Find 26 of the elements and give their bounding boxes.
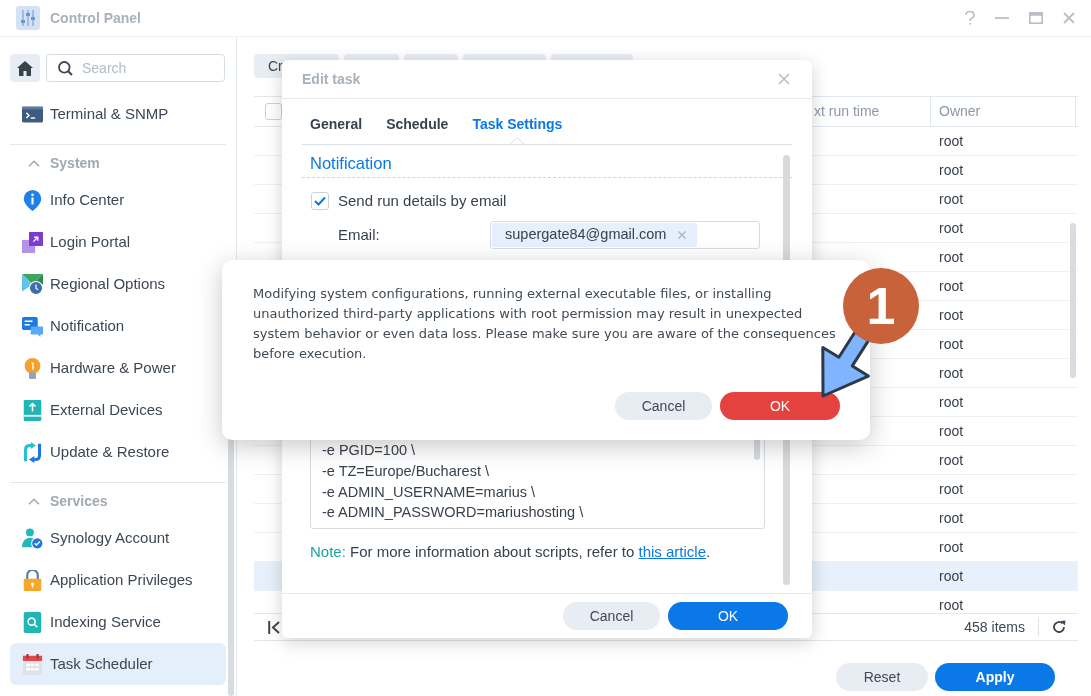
table-cell-text: root	[938, 508, 964, 528]
table-cell-text: root	[938, 276, 964, 296]
note-text: Note: For more information about scripts, refer to this article.	[309, 542, 712, 562]
table-cell-text: root	[938, 537, 964, 557]
step-number-badge: 1	[843, 268, 919, 344]
table-cell-text: root	[938, 479, 964, 499]
checkbox-label: Send run details by email	[338, 190, 507, 211]
table-cell-text: root	[938, 305, 964, 325]
table-cell-text: root	[938, 363, 964, 383]
window-title: Control Panel	[50, 8, 141, 28]
dialog-title: Edit task	[302, 69, 361, 89]
table-cell-text: root	[938, 566, 964, 586]
table-cell-text: root	[938, 392, 964, 412]
item-count: 458 items	[964, 617, 1025, 637]
table-cell-text: root	[938, 218, 964, 238]
field-label: Email:	[338, 224, 381, 245]
table-cell-text: root	[938, 595, 964, 613]
table-cell-text: root	[938, 160, 964, 180]
table-cell-text: root	[938, 334, 964, 354]
table-cell-text: root	[938, 421, 964, 441]
table-cell-text: root	[938, 131, 964, 151]
table-cell-text: root	[938, 450, 964, 470]
table-cell-text: root	[938, 189, 964, 209]
warning-message: Modifying system configurations, running external executable files, or installing unauthorized third-party applications with root permission may result in unexpected system behavior or even data loss. Please make sure you are aware of the consequences before execution.	[253, 285, 837, 363]
table-cell-text: root	[938, 247, 964, 267]
section-title: Notification	[310, 153, 392, 175]
